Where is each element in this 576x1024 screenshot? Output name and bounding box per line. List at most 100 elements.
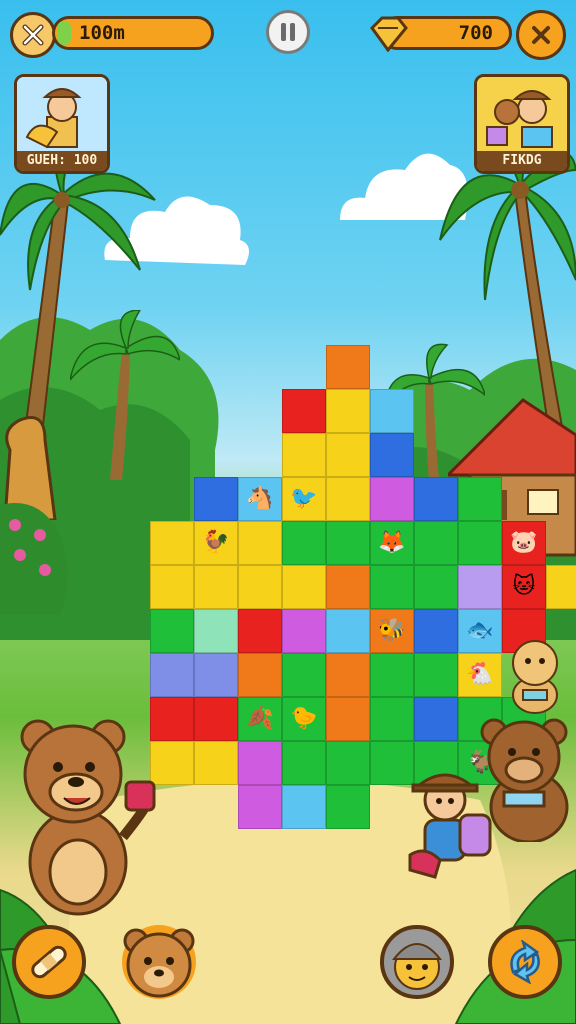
board-tile[interactable] — [326, 785, 370, 829]
board-tile[interactable] — [326, 521, 370, 565]
board-tile[interactable]: 🐝 — [370, 609, 414, 653]
board-tile[interactable] — [238, 609, 282, 653]
board-tile[interactable] — [326, 389, 370, 433]
refresh-icon — [510, 940, 540, 984]
board-tile[interactable]: 🐴 — [238, 477, 282, 521]
pause-button[interactable] — [266, 10, 310, 54]
board-tile[interactable] — [370, 697, 414, 741]
board-tile[interactable] — [150, 653, 194, 697]
player-card-right[interactable]: FIKDG — [474, 74, 570, 174]
distance-bar: 100m — [52, 16, 214, 50]
animal-piece-icon: 🐤 — [290, 706, 318, 731]
animal-piece-icon: 🐔 — [466, 662, 494, 687]
board-tile[interactable] — [150, 521, 194, 565]
board-tile[interactable] — [282, 653, 326, 697]
board-tile[interactable] — [282, 609, 326, 653]
board-tile[interactable] — [326, 433, 370, 477]
board-tile[interactable] — [458, 477, 502, 521]
board-tile[interactable] — [370, 565, 414, 609]
animal-piece-icon: 🐴 — [246, 486, 274, 511]
character-icon — [391, 943, 443, 990]
board-tile[interactable] — [194, 565, 238, 609]
player-card-right-label: FIKDG — [477, 151, 567, 171]
bandage-icon — [31, 945, 67, 979]
close-button[interactable] — [10, 12, 56, 58]
board-tile[interactable] — [326, 653, 370, 697]
board-tile[interactable] — [238, 653, 282, 697]
flower-bush — [0, 503, 68, 615]
board-tile[interactable] — [238, 521, 282, 565]
bandage-button[interactable] — [12, 925, 86, 999]
board-tile[interactable] — [414, 697, 458, 741]
board-tile[interactable] — [326, 609, 370, 653]
animal-piece-icon: 🦊 — [378, 530, 406, 555]
x-icon — [532, 26, 550, 44]
board-tile[interactable]: 🐔 — [458, 653, 502, 697]
board-tile[interactable] — [282, 521, 326, 565]
board-tile[interactable] — [458, 565, 502, 609]
board-tile[interactable]: 🐦 — [282, 477, 326, 521]
board-tile[interactable] — [326, 565, 370, 609]
board-tile[interactable]: 🐟 — [458, 609, 502, 653]
player-card-left-label: GUEH: 100 — [17, 151, 107, 171]
board-tile[interactable] — [326, 741, 370, 785]
board-tile[interactable] — [370, 389, 414, 433]
player-portrait — [17, 77, 107, 157]
board-tile[interactable] — [370, 433, 414, 477]
board-tile[interactable] — [414, 609, 458, 653]
coins-text: 700 — [458, 22, 493, 44]
board-tile[interactable] — [194, 653, 238, 697]
board-tile[interactable] — [282, 741, 326, 785]
board-tile[interactable] — [194, 477, 238, 521]
board-tile[interactable] — [370, 653, 414, 697]
board-tile[interactable] — [414, 477, 458, 521]
board-tile[interactable] — [414, 565, 458, 609]
animal-piece-icon: 🐷 — [510, 530, 538, 555]
bear-avatar-button[interactable] — [122, 925, 196, 999]
animal-piece-icon: 🐟 — [466, 618, 494, 643]
animal-piece-icon: 🐱 — [512, 574, 536, 599]
board-tile[interactable] — [150, 565, 194, 609]
board-tile[interactable] — [150, 609, 194, 653]
board-tile[interactable] — [282, 389, 326, 433]
board-tile[interactable] — [194, 741, 238, 785]
board-tile[interactable] — [326, 345, 370, 389]
player-card-left[interactable]: GUEH: 100 — [14, 74, 110, 174]
board-tile[interactable]: 🦊 — [370, 521, 414, 565]
board-tile[interactable] — [326, 697, 370, 741]
board-tile[interactable] — [282, 565, 326, 609]
gem-icon — [370, 16, 408, 52]
board-tile[interactable] — [370, 477, 414, 521]
explorer-kid — [408, 773, 492, 879]
board-tile[interactable] — [238, 741, 282, 785]
animal-piece-icon: 🍂 — [246, 706, 274, 731]
board-tile[interactable]: 🍂 — [238, 697, 282, 741]
board-tile[interactable] — [546, 565, 576, 609]
game-scene: 🐴 🐦 🐓 🦊 🐷 🐱 🐝 🐟 🐔 🍂 🐤 🐐 100m 700 GUEH: 1… — [0, 0, 576, 1024]
board-tile[interactable]: 🐷 — [502, 521, 546, 565]
board-tile[interactable] — [326, 477, 370, 521]
puppy-character — [512, 640, 558, 714]
bear-character — [20, 719, 156, 916]
bear-icon — [123, 928, 195, 998]
character-avatar-button[interactable] — [380, 925, 454, 999]
board-tile[interactable] — [414, 521, 458, 565]
refresh-button[interactable] — [488, 925, 562, 999]
board-tile[interactable] — [414, 653, 458, 697]
pause-icon — [281, 23, 295, 41]
board-tile[interactable] — [238, 785, 282, 829]
board-tile[interactable]: 🐱 — [502, 565, 546, 609]
board-tile[interactable] — [458, 521, 502, 565]
settings-close-button[interactable] — [516, 10, 566, 60]
board-tile[interactable] — [282, 433, 326, 477]
board-tile[interactable] — [194, 609, 238, 653]
board-tile[interactable] — [282, 785, 326, 829]
board-tile[interactable] — [194, 697, 238, 741]
board-tile[interactable]: 🐤 — [282, 697, 326, 741]
board-tile[interactable] — [238, 565, 282, 609]
animal-piece-icon: 🐦 — [290, 486, 318, 511]
animal-piece-icon: 🐓 — [202, 530, 230, 555]
animal-piece-icon: 🐝 — [378, 618, 406, 643]
distance-text: 100m — [79, 22, 125, 44]
board-tile[interactable]: 🐓 — [194, 521, 238, 565]
